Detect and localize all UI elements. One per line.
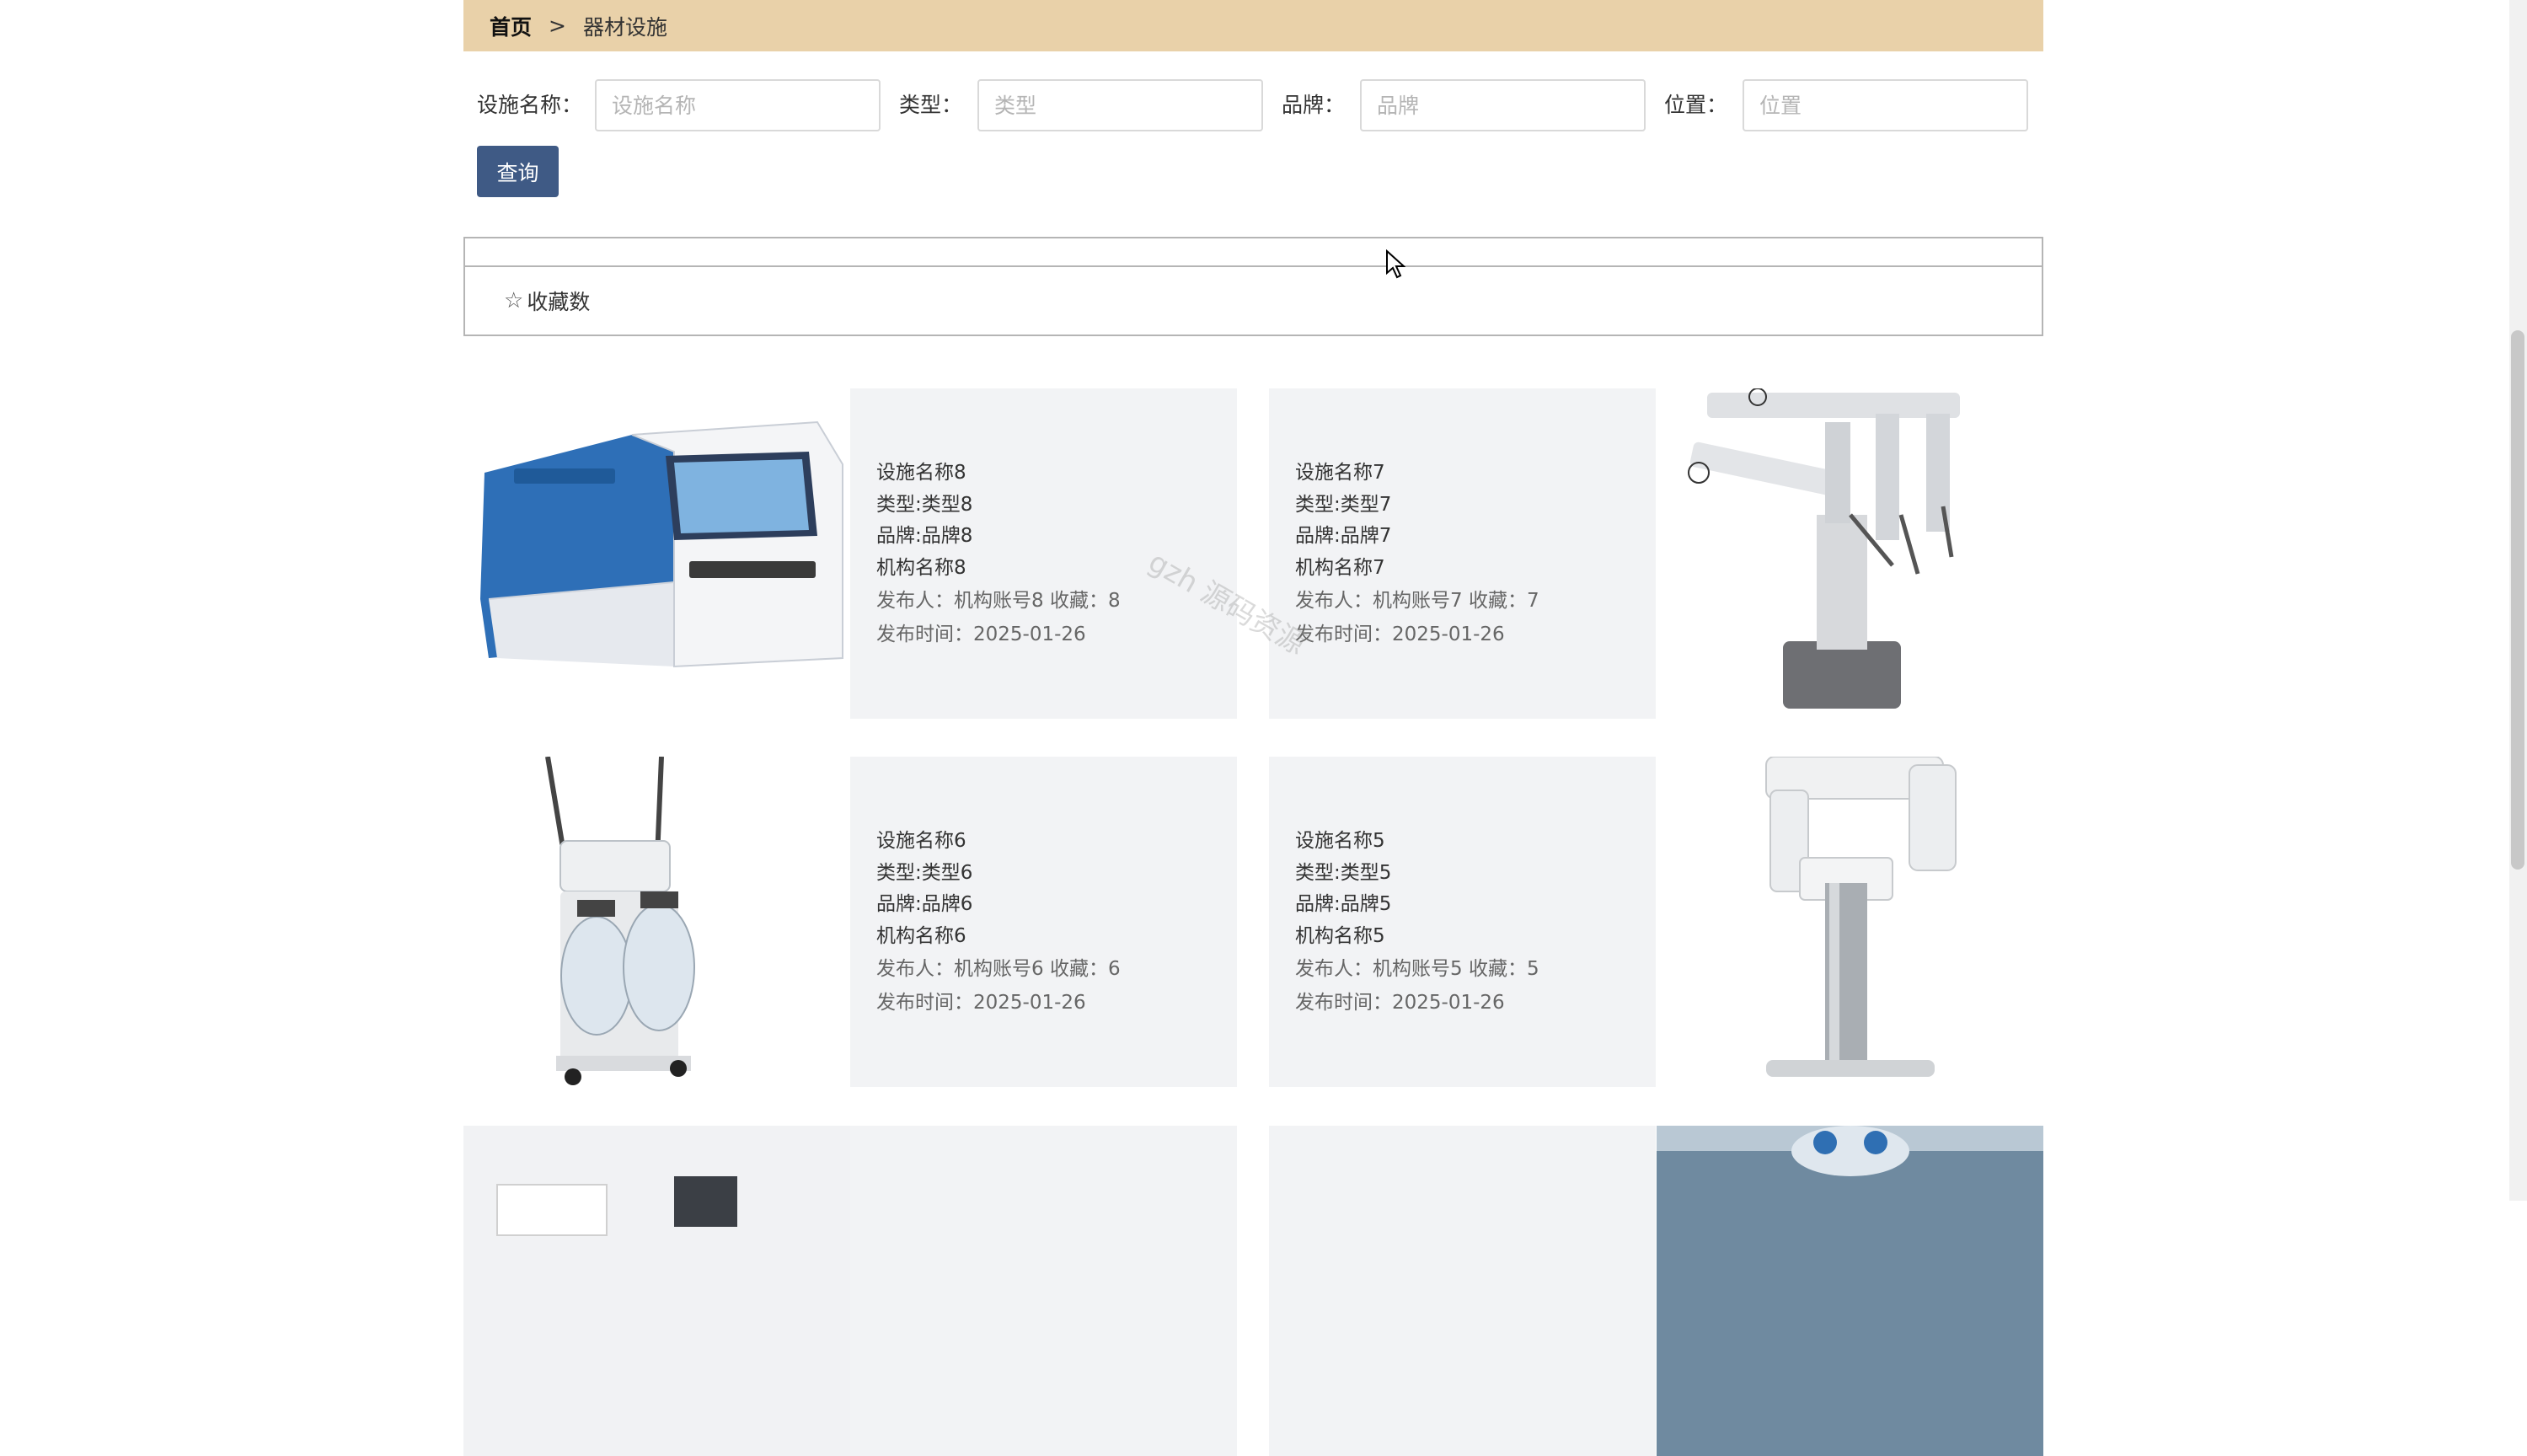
- microplate-reader-image: [463, 388, 850, 719]
- facility-name: 设施名称7: [1295, 462, 1385, 484]
- facility-image-7[interactable]: [1657, 388, 2043, 719]
- suction-unit-image: [463, 757, 850, 1087]
- mouse-cursor-icon: [1386, 249, 1405, 279]
- equipment-image: [463, 1126, 850, 1456]
- facility-name: 设施名称6: [876, 830, 966, 852]
- facility-brand: 品牌:品牌6: [876, 893, 973, 915]
- facility-image-5[interactable]: [1657, 757, 2043, 1087]
- facility-publisher: 发布人：机构账号6 收藏：6: [876, 958, 1121, 980]
- facility-publisher: 发布人：机构账号7 收藏：7: [1295, 590, 1539, 612]
- facility-org: 机构名称6: [876, 924, 966, 947]
- facility-publish-time: 发布时间：2025-01-26: [1295, 624, 1505, 645]
- facility-card-4[interactable]: [850, 1126, 1237, 1456]
- sort-label: 收藏数: [527, 290, 591, 314]
- facility-org: 机构名称7: [1295, 556, 1385, 579]
- facility-card-3[interactable]: [1269, 1126, 1656, 1456]
- facility-image-3[interactable]: [1657, 1126, 2043, 1456]
- brand-label: 品牌：: [1282, 93, 1346, 117]
- surgical-robot-image: [1657, 388, 2043, 719]
- location-label: 位置：: [1664, 93, 1728, 117]
- surgical-light-image: [1657, 1126, 2043, 1456]
- facility-card-8[interactable]: 设施名称8 类型:类型8 品牌:品牌8 机构名称8 发布人：机构账号8 收藏：8…: [850, 388, 1237, 719]
- facility-publisher: 发布人：机构账号8 收藏：8: [876, 590, 1121, 612]
- search-form: 设施名称： 类型： 品牌： 位置：: [463, 79, 2043, 131]
- brand-input[interactable]: [1360, 79, 1646, 131]
- facility-type: 类型:类型7: [1295, 493, 1392, 516]
- scrollbar-thumb[interactable]: [2511, 330, 2524, 870]
- facility-publish-time: 发布时间：2025-01-26: [876, 992, 1086, 1014]
- facility-brand: 品牌:品牌5: [1295, 893, 1392, 915]
- facility-card-5[interactable]: 设施名称5 类型:类型5 品牌:品牌5 机构名称5 发布人：机构账号5 收藏：5…: [1269, 757, 1656, 1087]
- sort-bar-divider: [465, 265, 2042, 267]
- star-outline-icon: ☆: [504, 288, 524, 313]
- facility-type: 类型:类型5: [1295, 861, 1392, 884]
- facility-name-input[interactable]: [595, 79, 881, 131]
- facility-image-8[interactable]: [463, 388, 850, 719]
- location-input[interactable]: [1743, 79, 2028, 131]
- breadcrumb-separator: >: [549, 13, 566, 38]
- facility-publisher: 发布人：机构账号5 收藏：5: [1295, 958, 1539, 980]
- facility-brand: 品牌:品牌7: [1295, 525, 1392, 547]
- breadcrumb-current: 器材设施: [582, 14, 667, 40]
- facility-publish-time: 发布时间：2025-01-26: [1295, 992, 1505, 1014]
- facility-image-6[interactable]: [463, 757, 850, 1087]
- facility-org: 机构名称8: [876, 556, 966, 579]
- facility-card-6[interactable]: 设施名称6 类型:类型6 品牌:品牌6 机构名称6 发布人：机构账号6 收藏：6…: [850, 757, 1237, 1087]
- facility-name: 设施名称5: [1295, 830, 1385, 852]
- sort-by-favorites[interactable]: ☆ 收藏数: [504, 286, 590, 316]
- facility-type: 类型:类型8: [876, 493, 973, 516]
- facility-name-label: 设施名称：: [477, 93, 583, 117]
- breadcrumb: 首页 > 器材设施: [463, 0, 2043, 51]
- facility-publish-time: 发布时间：2025-01-26: [876, 624, 1086, 645]
- type-label: 类型：: [899, 93, 963, 117]
- dental-xray-unit-image: [1657, 757, 2043, 1087]
- facility-image-4[interactable]: [463, 1126, 850, 1456]
- facility-type: 类型:类型6: [876, 861, 973, 884]
- facility-brand: 品牌:品牌8: [876, 525, 973, 547]
- facility-card-7[interactable]: 设施名称7 类型:类型7 品牌:品牌7 机构名称7 发布人：机构账号7 收藏：7…: [1269, 388, 1656, 719]
- facility-name: 设施名称8: [876, 462, 966, 484]
- facility-org: 机构名称5: [1295, 924, 1385, 947]
- sort-bar: ☆ 收藏数: [463, 237, 2043, 336]
- query-button[interactable]: 查询: [477, 146, 559, 197]
- breadcrumb-home[interactable]: 首页: [490, 11, 532, 41]
- type-input[interactable]: [977, 79, 1263, 131]
